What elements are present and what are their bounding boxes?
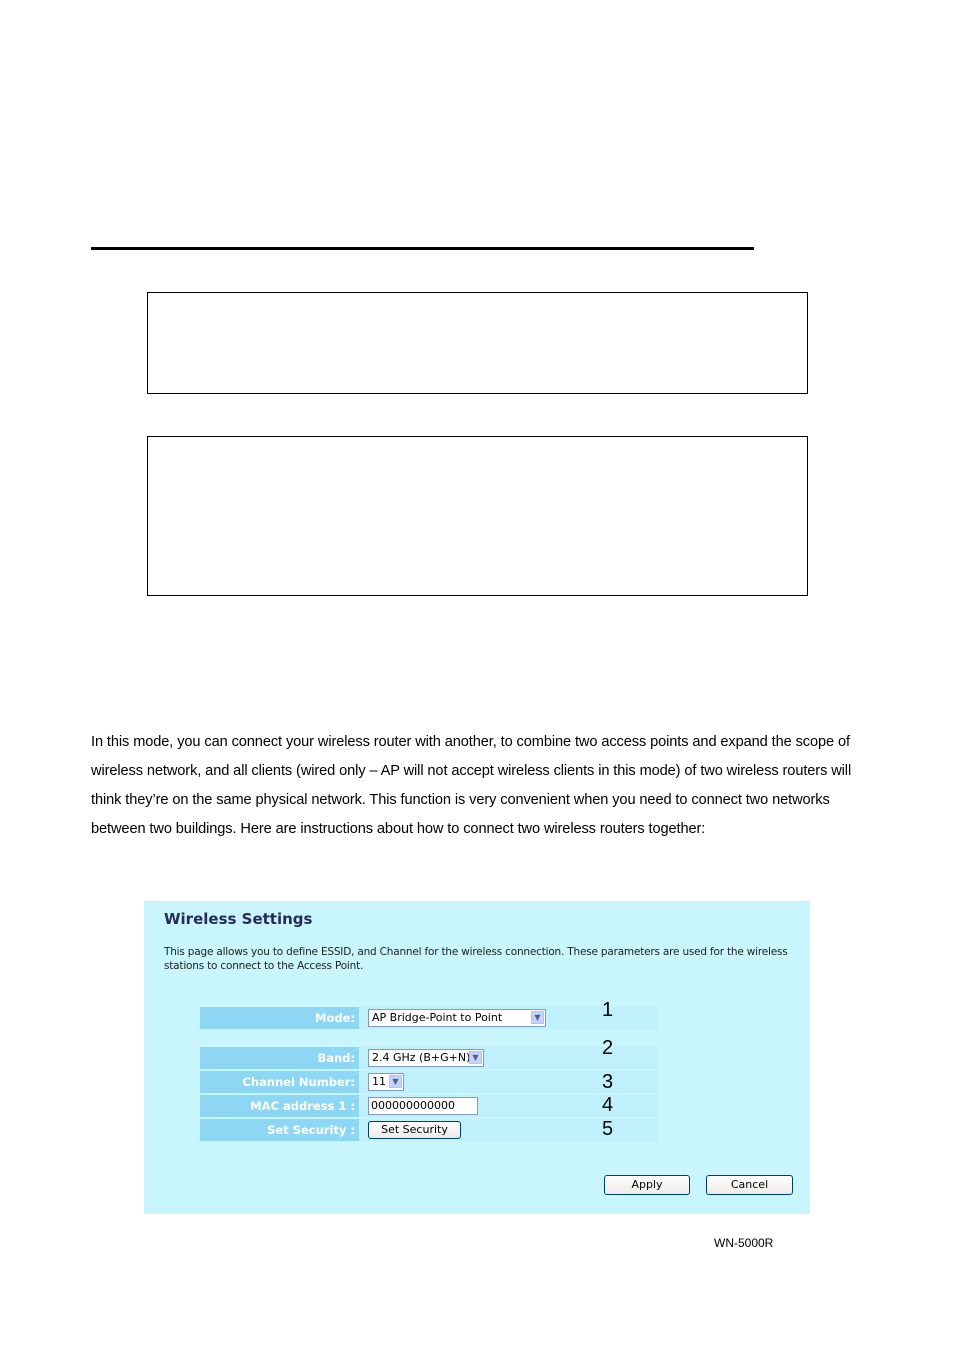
security-label: Set Security : [200,1119,359,1141]
channel-label: Channel Number: [200,1071,359,1093]
model-footer: WN-5000R [714,1236,774,1250]
band-label: Band: [200,1047,359,1069]
marker-3: 3 [602,1071,614,1093]
band-value: 2.4 GHz (B+G+N) [372,1051,471,1064]
wireless-settings-panel: Wireless Settings This page allows you t… [144,901,810,1214]
mode-value: AP Bridge-Point to Point [372,1011,503,1024]
row-channel: Channel Number: 11 ▼ [200,1071,658,1093]
marker-4: 4 [602,1094,614,1116]
mac-address-input[interactable]: 000000000000 [368,1097,478,1115]
channel-select[interactable]: 11 ▼ [368,1073,404,1091]
mode-label: Mode: [200,1007,359,1029]
row-band: Band: 2.4 GHz (B+G+N) ▼ [200,1047,658,1069]
panel-description: This page allows you to define ESSID, an… [164,946,788,972]
band-select[interactable]: 2.4 GHz (B+G+N) ▼ [368,1049,484,1067]
row-mode: Mode: AP Bridge-Point to Point ▼ [200,1007,658,1029]
chevron-down-icon[interactable]: ▼ [469,1051,482,1064]
mac-label: MAC address 1 : [200,1095,359,1117]
section-rule [91,247,754,250]
marker-2: 2 [602,1037,614,1059]
chevron-down-icon[interactable]: ▼ [389,1075,402,1088]
apply-button[interactable]: Apply [604,1175,690,1195]
row-mac: MAC address 1 : 000000000000 [200,1095,658,1117]
set-security-button[interactable]: Set Security [368,1121,461,1139]
marker-1: 1 [602,999,614,1021]
panel-title: Wireless Settings [164,910,313,928]
body-paragraph: In this mode, you can connect your wirel… [91,734,852,837]
cancel-button[interactable]: Cancel [706,1175,793,1195]
channel-value: 11 [372,1075,386,1088]
marker-5: 5 [602,1118,614,1140]
mode-select[interactable]: AP Bridge-Point to Point ▼ [368,1009,546,1027]
note-box-2 [147,436,808,596]
row-security: Set Security : Set Security [200,1119,658,1141]
note-box-1 [147,292,808,394]
chevron-down-icon[interactable]: ▼ [531,1011,544,1024]
